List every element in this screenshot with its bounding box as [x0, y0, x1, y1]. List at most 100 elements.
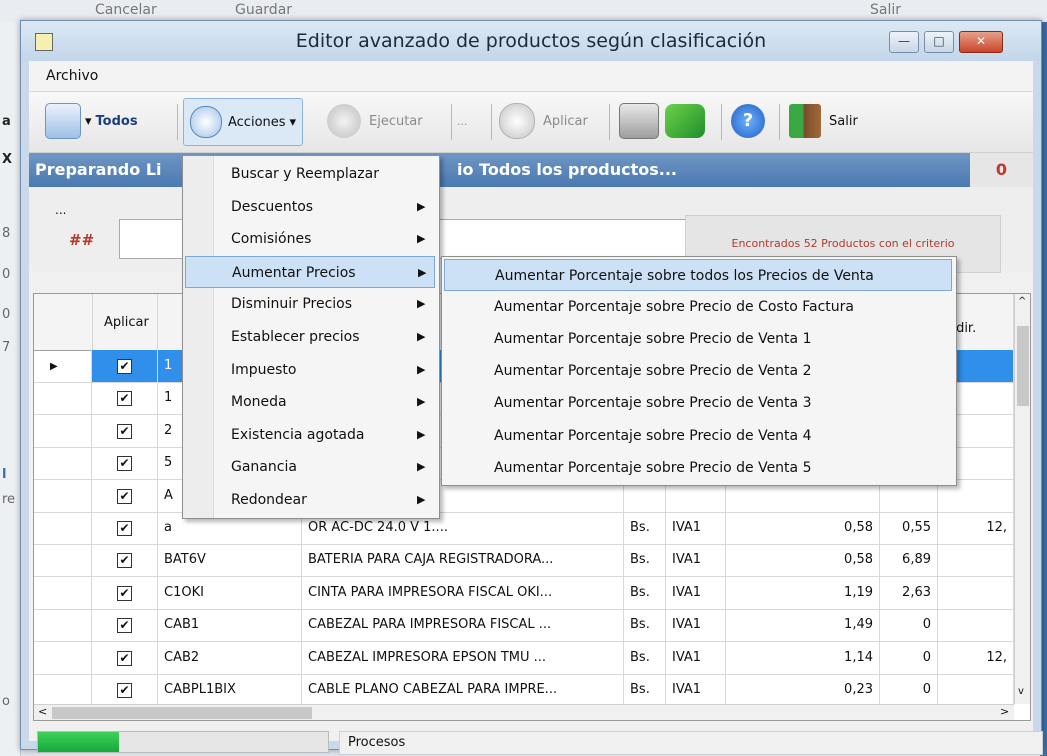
menu-item-9[interactable]: Ganancia ▶	[185, 451, 435, 483]
submenu-arrow-icon: ▶	[417, 427, 426, 441]
row-marker-cell	[34, 382, 92, 415]
menu-item-3[interactable]: Aumentar Precios ▶	[185, 255, 435, 288]
aplicar-checkbox-cell[interactable]: ✔	[92, 512, 158, 544]
aumentar-precios-submenu: Aumentar Porcentaje sobre todos los Prec…	[441, 256, 957, 486]
aplicar-checkbox-cell[interactable]: ✔	[92, 414, 158, 447]
submenu-item-6[interactable]: Aumentar Porcentaje sobre Precio de Vent…	[444, 452, 952, 484]
bg-letter: re	[2, 492, 16, 507]
aplicar-checkbox[interactable]: ✔	[117, 650, 132, 666]
row-marker-cell	[34, 414, 92, 447]
minimize-button[interactable]: —	[889, 31, 919, 53]
salir-button[interactable]: Salir	[789, 100, 858, 142]
menu-archivo[interactable]: Archivo	[46, 68, 98, 84]
cell-val3: 12,	[938, 512, 1014, 544]
menu-item-label: Existencia agotada	[231, 426, 365, 443]
table-row[interactable]: ✔ BAT6V BATERIA PARA CAJA REGISTRADORA... B…	[34, 544, 1014, 578]
aplicar-checkbox[interactable]: ✔	[117, 359, 132, 374]
menu-item-10[interactable]: Redondear ▶	[185, 484, 435, 516]
toolbar-separator	[609, 104, 610, 140]
scroll-left-icon[interactable]: <	[38, 705, 47, 718]
aplicar-checkbox-cell[interactable]: ✔	[92, 544, 158, 577]
aplicar-checkbox-cell[interactable]: ✔	[92, 576, 158, 609]
menu-item-7[interactable]: Moneda ▶	[185, 386, 435, 418]
bg-guardar-label: Guardar	[235, 2, 293, 18]
maximize-button[interactable]: □	[924, 31, 954, 53]
salir-label: Salir	[829, 113, 858, 129]
cell-cur: Bs.	[624, 576, 666, 609]
criteria-dots[interactable]: ...	[55, 203, 66, 217]
vertical-scrollbar[interactable]: ^ v	[1014, 294, 1030, 704]
header-aplicar[interactable]: Aplicar	[92, 294, 158, 350]
aplicar-checkbox-cell[interactable]: ✔	[92, 382, 158, 415]
submenu-item-4[interactable]: Aumentar Porcentaje sobre Precio de Vent…	[444, 387, 952, 419]
menu-item-5[interactable]: Establecer precios ▶	[185, 321, 435, 353]
title-bar[interactable]: Editor avanzado de productos según clasi…	[21, 21, 1041, 61]
scroll-up-icon[interactable]: ^	[1018, 296, 1026, 307]
submenu-item-1[interactable]: Aumentar Porcentaje sobre Precio de Cost…	[444, 291, 952, 323]
submenu-item-5[interactable]: Aumentar Porcentaje sobre Precio de Vent…	[444, 420, 952, 452]
submenu-item-2[interactable]: Aumentar Porcentaje sobre Precio de Vent…	[444, 323, 952, 355]
help-button[interactable]: ?	[731, 100, 765, 142]
more-button[interactable]: ...	[457, 100, 468, 142]
horizontal-scrollbar[interactable]: < >	[34, 704, 1014, 720]
menu-item-0[interactable]: Buscar y Reemplazar	[185, 158, 435, 190]
close-button[interactable]: ✕	[959, 31, 1003, 53]
menu-item-4[interactable]: Disminuir Precios ▶	[185, 288, 435, 320]
aplicar-checkbox[interactable]: ✔	[117, 618, 132, 634]
cell-tax: IVA1	[666, 674, 726, 706]
cell-tax: IVA1	[666, 609, 726, 642]
table-row[interactable]: ✔ C1OKI CINTA PARA IMPRESORA FISCAL OKI...…	[34, 576, 1014, 610]
aplicar-checkbox[interactable]: ✔	[117, 423, 132, 439]
aplicar-checkbox[interactable]: ✔	[117, 553, 132, 569]
cell-tax: IVA1	[666, 544, 726, 577]
table-row[interactable]: ✔ CAB2 CABEZAL IMPRESORA EPSON TMU ... Bs. I…	[34, 641, 1014, 675]
help-icon: ?	[731, 104, 765, 138]
menu-item-label: Disminuir Precios	[231, 296, 353, 313]
aplicar-checkbox[interactable]: ✔	[117, 683, 132, 698]
menu-item-label: Establecer precios	[231, 329, 360, 345]
aplicar-checkbox[interactable]: ✔	[117, 488, 132, 504]
cell-cur: Bs.	[624, 641, 666, 674]
scroll-right-icon[interactable]: >	[1000, 705, 1009, 718]
menu-item-6[interactable]: Impuesto ▶	[185, 354, 435, 386]
bg-salir-label: Salir	[870, 2, 902, 18]
submenu-item-0[interactable]: Aumentar Porcentaje sobre todos los Prec…	[444, 259, 952, 291]
aplicar-checkbox[interactable]: ✔	[117, 521, 132, 536]
aplicar-checkbox[interactable]: ✔	[117, 585, 132, 601]
cell-val: 1,14	[726, 641, 880, 674]
aplicar-checkbox-cell[interactable]: ✔	[92, 641, 158, 674]
aplicar-checkbox-cell[interactable]: ✔	[92, 350, 158, 382]
cell-val: 0,23	[726, 674, 880, 706]
aplicar-button[interactable]: Aplicar	[499, 100, 588, 142]
dropdown-arrow: ▾	[85, 113, 92, 129]
acciones-button[interactable]: Acciones ▾	[183, 98, 304, 146]
aplicar-checkbox-cell[interactable]: ✔	[92, 674, 158, 706]
current-row-icon: ▶	[50, 361, 58, 372]
aplicar-checkbox-cell[interactable]: ✔	[92, 447, 158, 480]
aplicar-checkbox-cell[interactable]: ✔	[92, 609, 158, 642]
print-button[interactable]	[619, 100, 659, 142]
cell-val2: 2,63	[880, 576, 938, 609]
vertical-scroll-thumb[interactable]	[1017, 326, 1029, 406]
submenu-item-3[interactable]: Aumentar Porcentaje sobre Precio de Vent…	[444, 355, 952, 387]
menu-item-2[interactable]: Comisiónes ▶	[185, 223, 435, 255]
toolbar: ▾ Todos Acciones ▾ Ejecutar ... Aplicar	[29, 92, 1033, 153]
menu-item-8[interactable]: Existencia agotada ▶	[185, 419, 435, 451]
menu-item-1[interactable]: Descuentos ▶	[185, 191, 435, 223]
aplicar-checkbox-cell[interactable]: ✔	[92, 479, 158, 512]
horizontal-scroll-thumb[interactable]	[52, 707, 312, 719]
criteria-hash: ##	[69, 231, 95, 249]
export-excel-button[interactable]	[665, 100, 705, 142]
table-row[interactable]: ✔ CABPL1BIX CABLE PLANO CABEZAL PARA IMPRE…	[34, 674, 1014, 707]
bg-cancelar-label: Cancelar	[95, 2, 157, 18]
table-row[interactable]: ✔ a OR AC-DC 24.0 V 1.... Bs. IVA1 0,58 0,55 12…	[34, 512, 1014, 545]
cell-val3	[938, 544, 1014, 577]
aplicar-checkbox[interactable]: ✔	[117, 391, 132, 407]
ejecutar-button[interactable]: Ejecutar	[327, 100, 423, 142]
aplicar-checkbox[interactable]: ✔	[117, 456, 132, 472]
submenu-arrow-icon: ▶	[417, 493, 426, 506]
scroll-down-icon[interactable]: v	[1018, 686, 1024, 697]
table-row[interactable]: ✔ CAB1 CABEZAL PARA IMPRESORA FISCAL ... Bs…	[34, 609, 1014, 643]
banner-count: 0	[970, 153, 1033, 187]
todos-button[interactable]: ▾ Todos	[45, 100, 138, 142]
